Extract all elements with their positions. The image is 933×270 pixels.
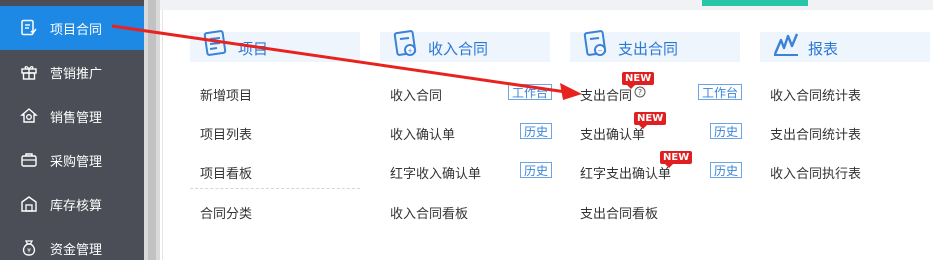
svg-text:?: ?	[638, 88, 642, 97]
sidebar-item-label: 采购管理	[50, 154, 103, 170]
menu-item-expense-contract-board[interactable]: 支出合同看板	[580, 203, 658, 222]
income-contract-icon: +	[393, 30, 417, 56]
gift-icon	[20, 63, 38, 81]
sidebar-nav: 项目合同 营销推广 销售管理 采购管理 库存核算 ¥ 资金管理	[0, 0, 144, 260]
column-header-income-contract: + 收入合同	[380, 30, 550, 62]
menu-item-contract-category[interactable]: 合同分类	[200, 203, 252, 222]
sidebar-item-label: 库存核算	[50, 198, 103, 214]
menu-item-income-confirmation[interactable]: 收入确认单	[390, 124, 455, 143]
menu-item-income-contract-execution[interactable]: 收入合同执行表	[770, 163, 861, 182]
scrollbar-thumb[interactable]	[148, 0, 156, 260]
workbench-tag[interactable]: 工作台	[698, 84, 743, 100]
menu-item-expense-contract[interactable]: 支出合同	[580, 85, 632, 104]
new-badge: NEW	[660, 151, 693, 168]
briefcase-icon	[20, 151, 38, 169]
workbench-tag[interactable]: 工作台	[508, 84, 553, 100]
document-list-icon	[203, 30, 227, 56]
divider	[190, 188, 360, 189]
sidebar-item-sales[interactable]: 销售管理	[0, 94, 144, 138]
column-header-label: 项目	[238, 40, 269, 58]
sidebar-item-funds[interactable]: ¥ 资金管理	[0, 226, 144, 270]
menu-item-income-contract-board[interactable]: 收入合同看板	[390, 203, 468, 222]
column-header-label: 支出合同	[618, 40, 679, 58]
new-badge: NEW	[622, 72, 655, 89]
history-tag[interactable]: 历史	[520, 123, 553, 139]
menu-item-income-contract-stats[interactable]: 收入合同统计表	[770, 85, 861, 104]
svg-text:−: −	[597, 47, 603, 55]
sidebar-item-label: 营销推广	[50, 66, 103, 82]
menu-item-red-expense-confirmation[interactable]: 红字支出确认单	[580, 163, 671, 182]
money-bag-icon: ¥	[20, 239, 38, 257]
history-tag[interactable]: 历史	[520, 162, 553, 178]
menu-item-income-contract[interactable]: 收入合同	[390, 85, 442, 104]
menu-item-project-list[interactable]: 项目列表	[200, 124, 252, 143]
column-header-label: 报表	[808, 40, 839, 58]
contract-icon	[20, 19, 38, 37]
menu-item-red-income-confirmation[interactable]: 红字收入确认单	[390, 163, 481, 182]
column-header-expense-contract: − 支出合同	[570, 30, 740, 62]
svg-text:¥: ¥	[27, 248, 31, 255]
history-tag[interactable]: 历史	[710, 123, 743, 139]
menu-item-new-project[interactable]: 新增项目	[200, 85, 252, 104]
column-header-reports: 报表	[760, 32, 930, 62]
sidebar-item-inventory[interactable]: 库存核算	[0, 182, 144, 226]
menu-item-expense-confirmation[interactable]: 支出确认单	[580, 124, 645, 143]
new-badge: NEW	[634, 112, 667, 129]
report-chart-icon	[773, 33, 799, 56]
question-circle-icon[interactable]: ?	[634, 86, 646, 98]
sidebar-item-label: 销售管理	[50, 110, 103, 126]
expense-contract-icon: −	[583, 30, 607, 56]
sales-icon	[20, 107, 38, 125]
warehouse-icon	[20, 195, 38, 213]
column-header-project: 项目	[190, 30, 360, 62]
menu-item-project-board[interactable]: 项目看板	[200, 163, 252, 182]
sidebar-item-purchase[interactable]: 采购管理	[0, 138, 144, 182]
top-accent-tab[interactable]	[702, 0, 808, 6]
sidebar-item-label: 项目合同	[50, 22, 103, 38]
sidebar-item-label: 资金管理	[50, 242, 103, 258]
history-tag[interactable]: 历史	[710, 162, 743, 178]
sidebar-item-project-contract[interactable]: 项目合同	[0, 6, 144, 50]
sidebar-item-marketing[interactable]: 营销推广	[0, 50, 144, 94]
menu-item-expense-contract-stats[interactable]: 支出合同统计表	[770, 124, 861, 143]
svg-text:+: +	[407, 47, 413, 55]
column-header-label: 收入合同	[428, 40, 489, 58]
top-strip	[160, 0, 933, 10]
